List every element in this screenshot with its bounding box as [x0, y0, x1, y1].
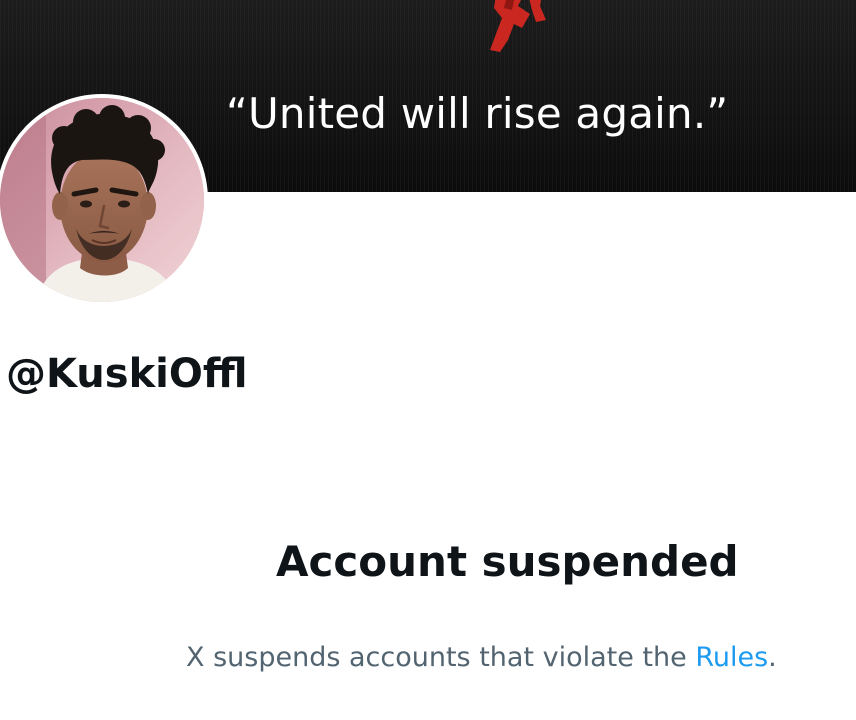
- profile-avatar-image: [0, 98, 204, 302]
- profile-handle: @KuskiOffl: [6, 351, 248, 397]
- suspension-message-text: X suspends accounts that violate the: [186, 642, 696, 673]
- suspension-title: Account suspended: [276, 537, 739, 586]
- banner-quote: “United will rise again.”: [226, 89, 729, 138]
- suspension-message-period: .: [768, 642, 777, 673]
- avatar[interactable]: [0, 98, 204, 302]
- banner-figure-art: [490, 0, 546, 52]
- avatar-border: [0, 94, 208, 306]
- suspension-message: X suspends accounts that violate the Rul…: [186, 638, 777, 678]
- rules-link[interactable]: Rules: [695, 642, 768, 673]
